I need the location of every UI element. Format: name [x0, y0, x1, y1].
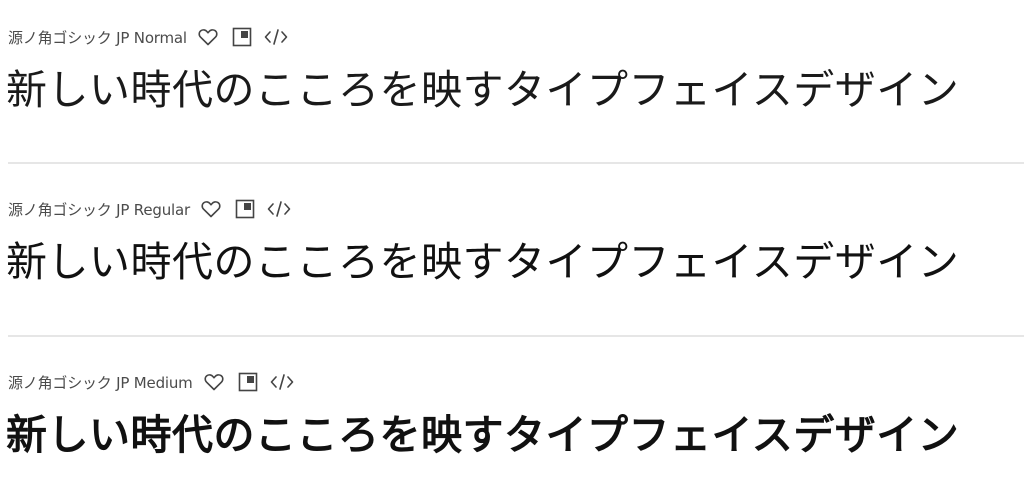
font-row-medium: 源ノ角ゴシック JP Medium 新しい時代のこころを映すタイプフェイスデザイ… — [0, 369, 1024, 461]
code-icon[interactable] — [266, 196, 292, 222]
heart-icon[interactable] — [198, 196, 224, 222]
sample-text: 新しい時代のこころを映すタイプフェイスデザイン — [6, 66, 960, 114]
layout-icon[interactable] — [229, 24, 255, 50]
font-name[interactable]: 源ノ角ゴシック JP Normal — [8, 27, 187, 48]
layout-icon[interactable] — [232, 196, 258, 222]
font-row-normal: 源ノ角ゴシック JP Normal 新しい時代のこころを映すタイプフェイスデザイ… — [0, 24, 1024, 116]
heart-icon[interactable] — [195, 24, 221, 50]
sample-text: 新しい時代のこころを映すタイプフェイスデザイン — [6, 238, 960, 286]
sample-text: 新しい時代のこころを映すタイプフェイスデザイン — [6, 411, 960, 459]
font-name[interactable]: 源ノ角ゴシック JP Medium — [8, 372, 193, 393]
code-icon[interactable] — [269, 369, 295, 395]
heart-icon[interactable] — [201, 369, 227, 395]
code-icon[interactable] — [263, 24, 289, 50]
font-meta: 源ノ角ゴシック JP Normal — [0, 24, 1024, 50]
font-row-regular: 源ノ角ゴシック JP Regular 新しい時代のこころを映すタイプフェイスデザ… — [0, 196, 1024, 288]
font-meta: 源ノ角ゴシック JP Medium — [0, 369, 1024, 395]
layout-icon[interactable] — [235, 369, 261, 395]
divider — [8, 162, 1024, 164]
font-name[interactable]: 源ノ角ゴシック JP Regular — [8, 199, 190, 220]
font-meta: 源ノ角ゴシック JP Regular — [0, 196, 1024, 222]
font-list: 源ノ角ゴシック JP Normal 新しい時代のこころを映すタイプフェイスデザイ… — [0, 0, 1024, 503]
divider — [8, 335, 1024, 337]
